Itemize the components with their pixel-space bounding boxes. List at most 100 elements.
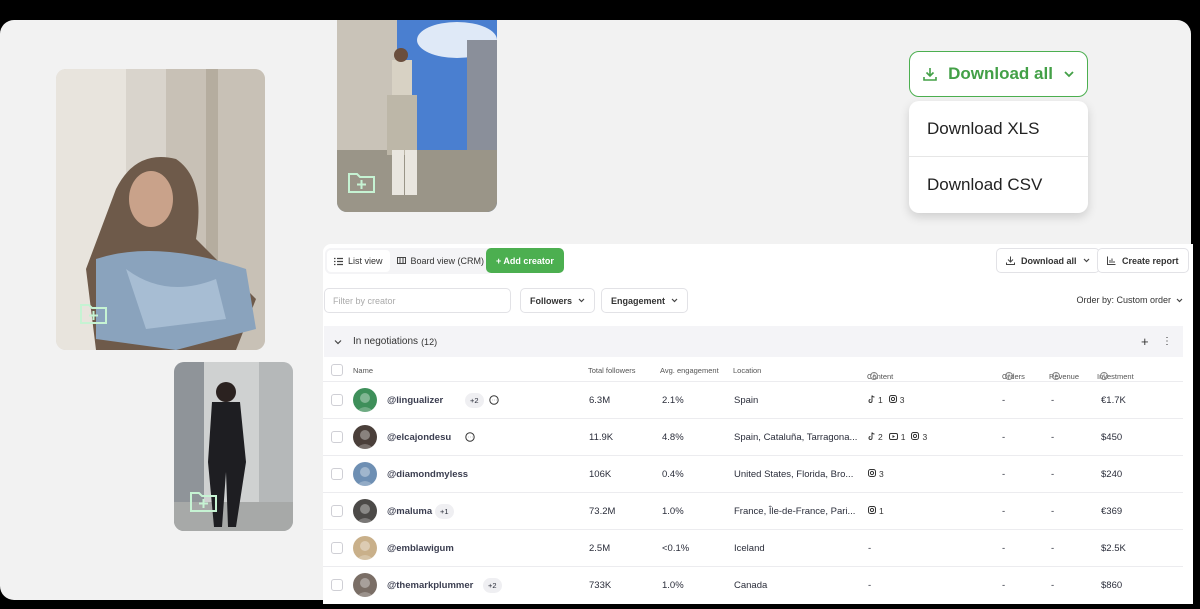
row-checkbox[interactable] (331, 431, 343, 443)
view-tabs: List view Board view (CRM) (325, 248, 494, 274)
row-checkbox[interactable] (331, 394, 343, 406)
search-input[interactable]: Filter by creator (324, 288, 511, 313)
investment-value: $450 (1101, 432, 1123, 443)
board-icon (396, 256, 406, 264)
add-to-group-icon[interactable]: + (1141, 334, 1149, 349)
creator-photo-3[interactable] (174, 362, 293, 531)
download-all-button[interactable]: Download all (909, 51, 1088, 97)
avatar[interactable] (353, 425, 377, 449)
chat-icon[interactable] (465, 432, 475, 442)
col-engagement: Avg. engagement (660, 366, 719, 375)
orders-value: - (1002, 432, 1006, 443)
content-count: 1 (878, 395, 883, 405)
chevron-down-icon (1083, 258, 1089, 263)
tab-list-view-label: List view (348, 256, 383, 266)
extra-accounts-badge[interactable]: +2 (483, 578, 502, 593)
tab-list-view[interactable]: List view (327, 250, 390, 272)
table-row[interactable]: @lingualizer +2 6.3M 2.1% Spain 1 3- - €1.7K (323, 381, 1183, 418)
creator-handle[interactable]: @themarkplummer (387, 580, 473, 591)
col-followers: Total followers (588, 366, 636, 375)
content-counts: 1 (868, 506, 887, 516)
instagram-icon (868, 469, 876, 479)
orders-value: - (1002, 506, 1006, 517)
select-all-checkbox[interactable] (331, 364, 343, 376)
followers-value: 733K (589, 580, 612, 591)
menu-item-download-csv[interactable]: Download CSV (909, 157, 1088, 213)
location-value: Canada (734, 580, 768, 591)
followers-filter-label: Followers (530, 295, 573, 306)
info-icon[interactable]: i (1100, 372, 1108, 380)
order-by-dropdown[interactable]: Order by: Custom order (1076, 295, 1183, 305)
chevron-down-icon (671, 298, 678, 303)
row-checkbox[interactable] (331, 542, 343, 554)
download-icon (923, 68, 937, 81)
add-folder-icon[interactable] (80, 302, 107, 324)
content-counts: 2 1 3 (868, 432, 930, 442)
tab-board-view-label: Board view (CRM) (410, 256, 485, 266)
create-report-button[interactable]: Create report (1097, 248, 1189, 273)
revenue-value: - (1051, 580, 1055, 591)
engagement-value: 2.1% (662, 395, 684, 406)
row-checkbox[interactable] (331, 468, 343, 480)
extra-accounts-badge[interactable]: +1 (435, 504, 454, 519)
download-menu: Download XLS Download CSV (909, 101, 1088, 213)
add-folder-icon[interactable] (348, 171, 375, 193)
table-row[interactable]: @elcajondesu 11.9K 4.8% Spain, Cataluña, Ta… (323, 418, 1183, 455)
list-icon (334, 257, 343, 265)
info-icon[interactable]: i (1052, 372, 1060, 380)
engagement-value: 0.4% (662, 469, 684, 480)
followers-filter-button[interactable]: Followers (520, 288, 596, 313)
creator-photo-2[interactable] (337, 20, 497, 212)
engagement-filter-label: Engagement (611, 295, 666, 306)
download-icon (1006, 256, 1015, 265)
row-checkbox[interactable] (331, 505, 343, 517)
info-icon[interactable]: i (870, 372, 878, 380)
followers-value: 6.3M (589, 395, 611, 406)
download-all-toolbar-button[interactable]: Download all (996, 248, 1100, 273)
avatar[interactable] (353, 536, 377, 560)
engagement-value: 1.0% (662, 580, 684, 591)
creator-handle[interactable]: @diamondmyless (387, 469, 468, 480)
group-header-in-negotiations[interactable]: In negotiations (12) + ⋮ (324, 326, 1183, 357)
orders-value: - (1002, 395, 1006, 406)
info-icon[interactable]: i (1005, 372, 1013, 380)
engagement-filter-button[interactable]: Engagement (601, 288, 689, 313)
content-count: 3 (899, 395, 905, 405)
add-creator-button[interactable]: + Add creator (486, 248, 564, 273)
table-row[interactable]: @diamondmyless 106K 0.4% United States, Flo… (323, 455, 1183, 492)
toolbar: List view Board view (CRM) + Add creator… (323, 248, 1193, 274)
menu-item-download-xls[interactable]: Download XLS (909, 101, 1088, 157)
avatar[interactable] (353, 462, 377, 486)
instagram-icon (888, 395, 897, 405)
location-value: United States, Florida, Bro... (734, 469, 854, 480)
table-row[interactable]: @maluma +1 73.2M 1.0% France, Île-de-France,… (323, 492, 1183, 529)
row-checkbox[interactable] (331, 579, 343, 591)
content-count: 3 (922, 432, 928, 442)
chevron-down-icon[interactable] (334, 338, 342, 346)
content-counts: 3 (868, 469, 887, 479)
more-options-icon[interactable]: ⋮ (1162, 336, 1172, 347)
extra-accounts-badge[interactable]: +2 (465, 393, 484, 408)
followers-value: 11.9K (589, 432, 614, 443)
location-value: Iceland (734, 543, 765, 554)
chat-icon[interactable] (489, 395, 499, 405)
content-empty: - (868, 543, 872, 554)
add-folder-icon[interactable] (190, 490, 217, 512)
investment-value: $2.5K (1101, 543, 1126, 554)
group-count: (12) (421, 336, 438, 347)
tab-board-view[interactable]: Board view (CRM) (390, 250, 492, 272)
revenue-value: - (1051, 395, 1055, 406)
avatar[interactable] (353, 499, 377, 523)
avatar[interactable] (353, 573, 377, 597)
avatar[interactable] (353, 388, 377, 412)
creator-handle[interactable]: @lingualizer (387, 395, 443, 406)
table-row[interactable]: @themarkplummer +2 733K 1.0% Canada - - - $860 (323, 566, 1183, 603)
creator-handle[interactable]: @maluma (387, 506, 432, 517)
table-row[interactable]: @emblawigum 2.5M <0.1% Iceland - - - $2.5K (323, 529, 1183, 566)
orders-value: - (1002, 469, 1006, 480)
creator-photo-1[interactable] (56, 69, 265, 350)
creator-handle[interactable]: @emblawigum (387, 543, 454, 554)
investment-value: $240 (1101, 469, 1123, 480)
youtube-icon (888, 432, 898, 442)
creator-handle[interactable]: @elcajondesu (387, 432, 451, 443)
